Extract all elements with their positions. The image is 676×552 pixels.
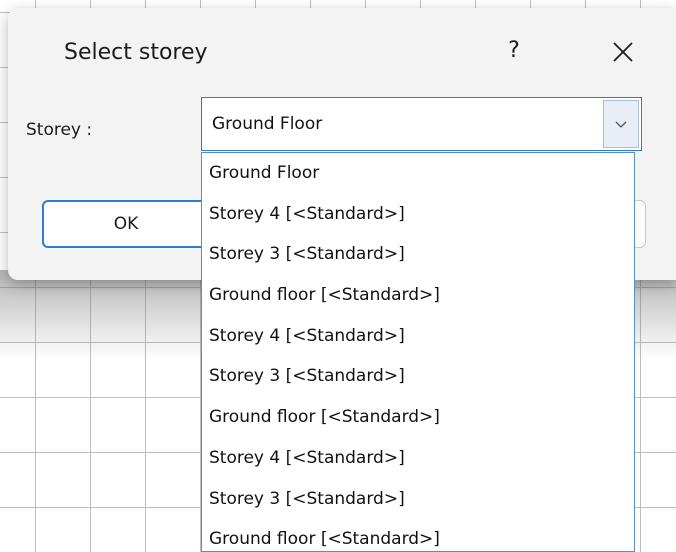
close-icon bbox=[613, 42, 633, 62]
storey-select[interactable]: Ground Floor bbox=[201, 97, 642, 151]
dropdown-option[interactable]: Storey 4 [<Standard>] bbox=[202, 316, 634, 357]
dropdown-option[interactable]: Storey 4 [<Standard>] bbox=[202, 438, 634, 479]
dropdown-option[interactable]: Ground floor [<Standard>] bbox=[202, 397, 634, 438]
storey-select-value: Ground Floor bbox=[212, 114, 323, 134]
chevron-down-icon bbox=[615, 121, 627, 128]
dropdown-option[interactable]: Storey 3 [<Standard>] bbox=[202, 234, 634, 275]
dropdown-option[interactable]: Storey 4 [<Standard>] bbox=[202, 194, 634, 235]
dropdown-option[interactable]: Ground Floor bbox=[202, 153, 634, 194]
dropdown-option[interactable]: Storey 3 [<Standard>] bbox=[202, 356, 634, 397]
dropdown-toggle-button[interactable] bbox=[603, 100, 639, 148]
storey-dropdown-list: Ground Floor Storey 4 [<Standard>] Store… bbox=[201, 152, 635, 552]
dropdown-option[interactable]: Storey 3 [<Standard>] bbox=[202, 479, 634, 520]
dialog-title: Select storey bbox=[64, 40, 208, 65]
dropdown-option[interactable]: Ground floor [<Standard>] bbox=[202, 519, 634, 551]
ok-button[interactable]: OK bbox=[42, 200, 210, 248]
close-button[interactable] bbox=[606, 35, 640, 69]
background-grid-canvas: Select storey ? Storey : Ground Floor OK… bbox=[0, 0, 676, 552]
dropdown-option[interactable]: Ground floor [<Standard>] bbox=[202, 275, 634, 316]
storey-label: Storey : bbox=[26, 120, 93, 140]
help-button[interactable]: ? bbox=[502, 34, 526, 68]
